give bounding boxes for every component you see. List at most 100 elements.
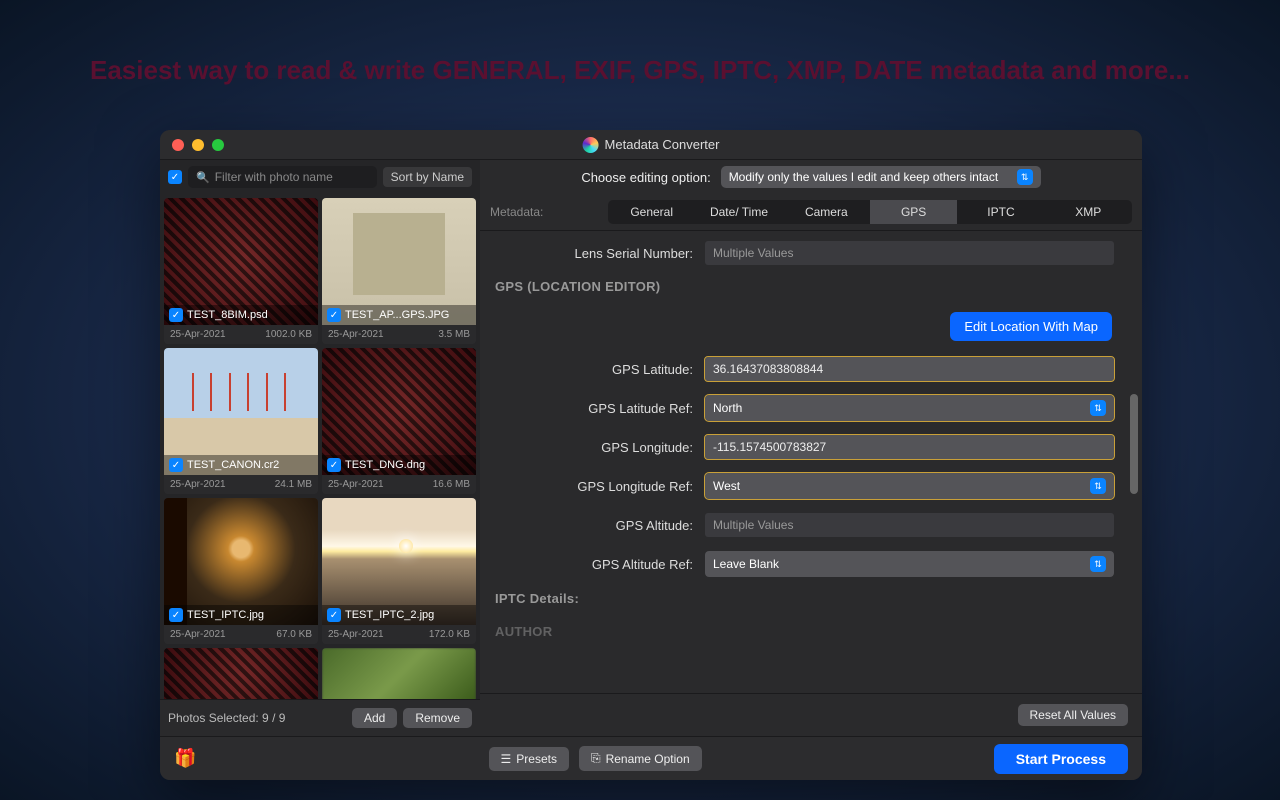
app-window: Metadata Converter ✓ 🔍 Filter with photo… [160,130,1142,780]
tab-iptc[interactable]: IPTC [957,200,1044,224]
thumbnail-item[interactable]: ✓ TEST_DNG.dng 25-Apr-2021 16.6 MB [322,348,476,494]
thumb-date: 25-Apr-2021 [328,629,384,640]
rename-icon: ⎘ [591,751,601,766]
thumbnail-item[interactable]: ✓TEST_CANON.cr2 25-Apr-2021 24.1 MB [164,348,318,494]
thumb-checkbox[interactable]: ✓ [327,608,341,622]
gps-altitude-ref-select[interactable]: Leave Blank ⇅ [705,551,1114,577]
thumbnail-image: ✓ TEST_AP...GPS.JPG [322,198,476,325]
gps-altitude-input[interactable] [705,513,1114,537]
thumb-checkbox[interactable]: ✓ [169,608,183,622]
tagline: Easiest way to read & write GENERAL, EXI… [0,55,1280,86]
gps-longitude-ref-select[interactable]: West ⇅ [705,473,1114,499]
thumb-size: 1002.0 KB [265,329,312,340]
thumb-size: 3.5 MB [438,329,470,340]
gift-icon[interactable]: 🎁 [174,748,196,769]
gps-latitude-input[interactable] [705,357,1114,381]
gps-latitude-ref-label: GPS Latitude Ref: [490,401,705,416]
titlebar: Metadata Converter [160,130,1142,160]
thumb-size: 67.0 KB [276,629,312,640]
search-input[interactable]: 🔍 Filter with photo name [188,166,377,188]
gps-longitude-input[interactable] [705,435,1114,459]
editing-option-select[interactable]: Modify only the values I edit and keep o… [721,166,1041,188]
thumb-checkbox[interactable]: ✓ [169,458,183,472]
thumbnail-item[interactable]: ✓ TEST_AP...GPS.JPG 25-Apr-2021 3.5 MB [322,198,476,344]
search-icon: 🔍 [196,171,210,184]
choose-editing-label: Choose editing option: [581,170,710,185]
thumbnail-grid: ✓TEST_8BIM.psd 25-Apr-20211002.0 KB ✓TES… [160,194,480,699]
rename-label: Rename Option [606,752,690,766]
add-button[interactable]: Add [352,708,397,728]
scrollbar[interactable] [1130,394,1138,494]
thumb-checkbox[interactable]: ✓ [327,308,341,322]
chevron-updown-icon: ⇅ [1017,169,1033,185]
tab-general[interactable]: General [608,200,695,224]
thumbnail-item[interactable]: ✓TEST_8BIM.psd 25-Apr-20211002.0 KB [164,198,318,344]
thumb-date: 25-Apr-2021 [328,479,384,490]
iptc-section-header: IPTC Details: [495,591,1114,606]
edit-location-map-button[interactable]: Edit Location With Map [950,312,1112,341]
gps-altitude-ref-value: Leave Blank [713,557,779,571]
chevron-updown-icon: ⇅ [1090,478,1106,494]
thumb-checkbox[interactable]: ✓ [327,458,341,472]
close-icon[interactable] [172,139,184,151]
start-process-button[interactable]: Start Process [994,744,1128,774]
sort-button[interactable]: Sort by Name [383,167,472,187]
thumbnail-item[interactable]: ✓TEST_IPTC.jpg 25-Apr-202167.0 KB [164,498,318,644]
gps-latitude-ref-select[interactable]: North ⇅ [705,395,1114,421]
tab-camera[interactable]: Camera [783,200,870,224]
editor-footer: Reset All Values [480,693,1142,736]
minimize-icon[interactable] [192,139,204,151]
editing-option-value: Modify only the values I edit and keep o… [729,170,999,184]
tab-xmp[interactable]: XMP [1045,200,1132,224]
select-all-checkbox[interactable]: ✓ [168,170,182,184]
thumbnail-image [164,648,318,699]
traffic-lights [172,139,224,151]
thumb-filename: TEST_8BIM.psd [187,309,268,321]
gps-section-header: GPS (LOCATION EDITOR) [495,279,1114,294]
gps-longitude-label: GPS Longitude: [490,440,705,455]
sidebar-footer: Photos Selected: 9 / 9 Add Remove [160,699,480,736]
gps-longitude-ref-value: West [713,479,740,493]
tab-datetime[interactable]: Date/ Time [695,200,782,224]
thumb-date: 25-Apr-2021 [170,479,226,490]
gps-longitude-ref-label: GPS Longitude Ref: [490,479,705,494]
metadata-tabs-row: Metadata: General Date/ Time Camera GPS … [480,194,1142,231]
thumbnail-item[interactable] [164,648,318,699]
lens-serial-input[interactable] [705,241,1114,265]
thumbnail-image: ✓TEST_IPTC_2.jpg [322,498,476,625]
window-title: Metadata Converter [583,137,720,153]
gps-latitude-label: GPS Latitude: [490,362,705,377]
sidebar-toolbar: ✓ 🔍 Filter with photo name Sort by Name [160,160,480,194]
editor-scroll[interactable]: Lens Serial Number: GPS (LOCATION EDITOR… [480,231,1142,693]
thumb-filename: TEST_IPTC.jpg [187,609,264,621]
tab-segmented: General Date/ Time Camera GPS IPTC XMP [608,200,1132,224]
window-title-text: Metadata Converter [605,137,720,152]
remove-button[interactable]: Remove [403,708,472,728]
thumbnail-item[interactable]: ✓TEST_IPTC_2.jpg 25-Apr-2021 172.0 KB [322,498,476,644]
gps-altitude-ref-label: GPS Altitude Ref: [490,557,705,572]
chevron-updown-icon: ⇅ [1090,400,1106,416]
editor-toolbar: Choose editing option: Modify only the v… [480,160,1142,194]
author-section-header: AUTHOR [495,624,1114,639]
thumb-size: 16.6 MB [433,479,470,490]
gps-latitude-ref-value: North [713,401,742,415]
thumb-filename: TEST_DNG.dng [345,459,425,471]
thumbnail-image: ✓TEST_CANON.cr2 [164,348,318,475]
thumbnail-image [322,648,476,699]
metadata-editor: Metadata: General Date/ Time Camera GPS … [480,194,1142,736]
thumb-checkbox[interactable]: ✓ [169,308,183,322]
thumb-size: 172.0 KB [429,629,470,640]
lens-serial-label: Lens Serial Number: [490,246,705,261]
thumb-filename: TEST_AP...GPS.JPG [345,309,449,321]
reset-all-button[interactable]: Reset All Values [1018,704,1129,726]
rename-option-button[interactable]: ⎘ Rename Option [579,746,702,771]
app-icon [583,137,599,153]
thumbnail-item[interactable] [322,648,476,699]
search-placeholder: Filter with photo name [215,170,333,184]
zoom-icon[interactable] [212,139,224,151]
thumb-size: 24.1 MB [275,479,312,490]
chevron-updown-icon: ⇅ [1090,556,1106,572]
thumb-date: 25-Apr-2021 [328,329,384,340]
tab-gps[interactable]: GPS [870,200,957,224]
presets-button[interactable]: ☰Presets [489,747,569,771]
